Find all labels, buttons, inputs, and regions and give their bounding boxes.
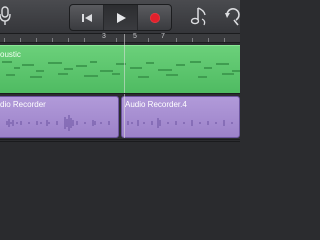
track-divider [0,93,240,94]
playhead[interactable] [124,34,125,138]
microphone-icon[interactable] [0,6,14,26]
audio-recorder-4-region[interactable]: Audio Recorder.4 [121,96,240,138]
waveform [127,118,233,128]
ruler-mark: 3 [102,33,106,40]
ruler-mark: 5 [133,33,137,40]
track-divider [0,139,240,140]
audio-recorder-region[interactable]: dio Recorder [0,96,119,138]
go-to-start-button[interactable] [70,5,104,30]
note-pattern [2,61,240,78]
rewind-icon [81,13,92,22]
timeline-ruler[interactable]: 3 5 7 [0,33,240,43]
region-label: dio Recorder [0,100,46,109]
record-button[interactable] [138,5,171,30]
region-label: Audio Recorder.4 [125,100,187,109]
ruler-mark: 7 [161,33,165,40]
empty-track-area [0,141,240,240]
waveform [6,115,110,131]
transport-controls [69,4,172,31]
play-button[interactable] [104,5,138,30]
play-icon [116,12,126,23]
record-icon [149,12,160,23]
control-bar [0,0,240,34]
loop-icon[interactable] [224,5,242,27]
acoustic-region[interactable]: oustic [0,45,240,94]
instrument-note-icon[interactable] [189,5,209,27]
